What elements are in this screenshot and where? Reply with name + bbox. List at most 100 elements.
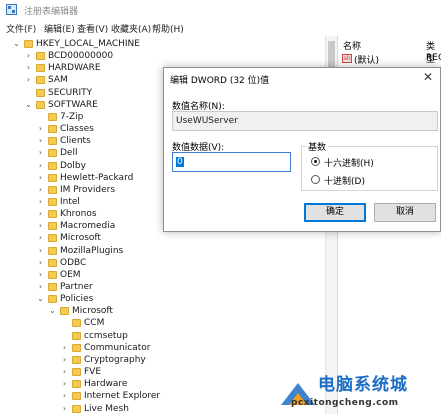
title-bar: 注册表编辑器 bbox=[0, 0, 441, 19]
folder-icon bbox=[48, 173, 57, 182]
folder-icon bbox=[48, 270, 57, 279]
tree-item[interactable]: ⌄ HKEY_LOCAL_MACHINE bbox=[0, 38, 325, 50]
chevron-right-icon[interactable]: › bbox=[36, 160, 45, 172]
tree-item[interactable]: › OEM bbox=[0, 269, 325, 281]
tree-item-label: Hardware bbox=[84, 379, 128, 390]
hex-radio-label[interactable]: 十六进制(H) bbox=[324, 156, 374, 169]
chevron-right-icon[interactable]: › bbox=[60, 390, 69, 402]
regedit-app-icon bbox=[6, 4, 17, 15]
tree-item[interactable]: › ODBC bbox=[0, 257, 325, 269]
folder-icon bbox=[48, 210, 57, 219]
menu-edit[interactable]: 编辑(E) bbox=[44, 22, 75, 35]
tree-item-label: Cryptography bbox=[84, 354, 146, 365]
tree-item-label: SAM bbox=[48, 75, 68, 86]
folder-icon bbox=[48, 161, 57, 170]
tree-item-label: 7-Zip bbox=[60, 111, 84, 122]
chevron-right-icon[interactable]: › bbox=[36, 245, 45, 257]
dec-radio-label[interactable]: 十进制(D) bbox=[324, 174, 365, 187]
tree-item-label: Internet Explorer bbox=[84, 391, 161, 402]
chevron-right-icon[interactable]: › bbox=[36, 147, 45, 159]
edit-dword-dialog: 编辑 DWORD (32 位)值 ✕ 数值名称(N): UseWUServer … bbox=[163, 67, 441, 232]
folder-icon bbox=[36, 76, 45, 85]
value-data-input[interactable]: 0 bbox=[172, 152, 291, 172]
folder-icon bbox=[36, 64, 45, 73]
tree-item[interactable]: › Partner bbox=[0, 281, 325, 293]
tree-item-label: Live Mesh bbox=[84, 403, 129, 414]
menu-help[interactable]: 帮助(H) bbox=[152, 22, 184, 35]
tree-item[interactable]: › Internet Explorer bbox=[0, 390, 325, 402]
dec-radio[interactable] bbox=[311, 175, 320, 184]
chevron-right-icon[interactable]: › bbox=[36, 281, 45, 293]
chevron-down-icon[interactable]: ⌄ bbox=[36, 293, 45, 305]
chevron-right-icon[interactable]: › bbox=[60, 342, 69, 354]
tree-item[interactable]: › FVE bbox=[0, 366, 325, 378]
folder-icon bbox=[48, 149, 57, 158]
tree-item-label: HKEY_LOCAL_MACHINE bbox=[36, 39, 140, 49]
tree-item[interactable]: › Hardware bbox=[0, 378, 325, 390]
tree-item[interactable]: › Microsoft bbox=[0, 232, 325, 244]
tree-item-label: Microsoft bbox=[72, 306, 113, 317]
chevron-right-icon[interactable]: › bbox=[36, 220, 45, 232]
reg-string-icon: ab bbox=[342, 54, 352, 63]
close-icon[interactable]: ✕ bbox=[423, 70, 433, 84]
chevron-right-icon[interactable]: › bbox=[36, 184, 45, 196]
tree-item-label: SECURITY bbox=[48, 87, 93, 98]
hex-radio[interactable] bbox=[311, 157, 320, 166]
tree-item[interactable]: › Communicator bbox=[0, 342, 325, 354]
folder-icon bbox=[48, 112, 57, 121]
tree-item[interactable]: › MozillaPlugins bbox=[0, 245, 325, 257]
folder-icon bbox=[72, 355, 81, 364]
tree-item-label: Macromedia bbox=[60, 221, 116, 232]
chevron-right-icon[interactable]: › bbox=[36, 208, 45, 220]
chevron-right-icon[interactable]: › bbox=[36, 172, 45, 184]
chevron-right-icon[interactable]: › bbox=[60, 366, 69, 378]
tree-item-label: IM Providers bbox=[60, 184, 116, 195]
chevron-down-icon[interactable]: ⌄ bbox=[12, 38, 21, 50]
ok-button[interactable]: 确定 bbox=[304, 203, 366, 222]
watermark-title: 电脑系统城 bbox=[318, 375, 408, 395]
chevron-right-icon[interactable]: › bbox=[36, 135, 45, 147]
chevron-right-icon[interactable]: › bbox=[36, 123, 45, 135]
folder-icon bbox=[72, 319, 81, 328]
chevron-right-icon[interactable]: › bbox=[24, 62, 33, 74]
column-header-name[interactable]: 名称 bbox=[343, 39, 361, 52]
folder-icon bbox=[72, 380, 81, 389]
folder-icon bbox=[72, 392, 81, 401]
folder-icon bbox=[36, 88, 45, 97]
chevron-right-icon[interactable]: › bbox=[24, 50, 33, 62]
tree-item[interactable]: ⌄ Microsoft bbox=[0, 305, 325, 317]
chevron-down-icon[interactable]: ⌄ bbox=[48, 305, 57, 317]
folder-icon bbox=[72, 404, 81, 413]
menu-file[interactable]: 文件(F) bbox=[6, 22, 36, 35]
folder-icon bbox=[72, 368, 81, 377]
tree-item-label: Hewlett-Packard bbox=[60, 172, 134, 183]
chevron-right-icon[interactable]: › bbox=[36, 196, 45, 208]
tree-item[interactable]: ⌄ Policies bbox=[0, 293, 325, 305]
value-name[interactable]: (默认) bbox=[354, 53, 379, 66]
tree-item-label: Communicator bbox=[84, 342, 151, 353]
folder-icon bbox=[48, 222, 57, 231]
menu-view[interactable]: 查看(V) bbox=[77, 22, 108, 35]
tree-item-label: Khronos bbox=[60, 209, 97, 220]
chevron-right-icon[interactable]: › bbox=[36, 269, 45, 281]
chevron-down-icon[interactable]: ⌄ bbox=[24, 99, 33, 111]
tree-item[interactable]: CCM bbox=[0, 317, 325, 329]
chevron-right-icon[interactable]: › bbox=[36, 257, 45, 269]
tree-item[interactable]: › Cryptography bbox=[0, 354, 325, 366]
folder-icon bbox=[48, 283, 57, 291]
tree-item[interactable]: › Live Mesh bbox=[0, 403, 325, 414]
chevron-right-icon[interactable]: › bbox=[60, 378, 69, 390]
base-label: 基数 bbox=[306, 140, 329, 153]
chevron-right-icon[interactable]: › bbox=[24, 74, 33, 86]
tree-item-label: ccmsetup bbox=[84, 330, 128, 341]
menu-bar: 文件(F) 编辑(E) 查看(V) 收藏夹(A) 帮助(H) bbox=[0, 19, 441, 36]
chevron-right-icon[interactable]: › bbox=[60, 403, 69, 414]
menu-favorites[interactable]: 收藏夹(A) bbox=[111, 22, 151, 35]
cancel-button[interactable]: 取消 bbox=[374, 203, 436, 222]
folder-icon bbox=[24, 40, 33, 48]
chevron-right-icon[interactable]: › bbox=[36, 232, 45, 244]
chevron-right-icon[interactable]: › bbox=[60, 354, 69, 366]
tree-item[interactable]: › BCD00000000 bbox=[0, 50, 325, 62]
tree-item[interactable]: ccmsetup bbox=[0, 330, 325, 342]
tree-item-label: BCD00000000 bbox=[48, 51, 114, 62]
